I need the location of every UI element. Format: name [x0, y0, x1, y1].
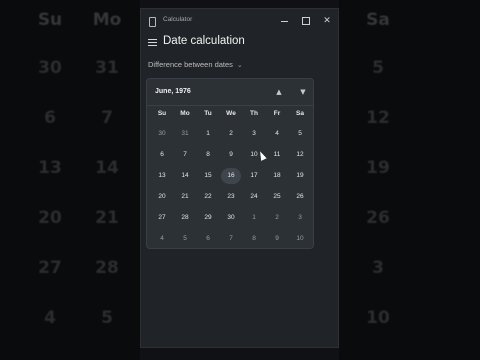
calendar-day[interactable]: 21 — [175, 189, 195, 205]
calendar-day[interactable]: 13 — [152, 168, 172, 184]
calendar-day[interactable]: 2 — [267, 210, 287, 226]
calendar-flyout: June, 1976 ▲ ▼ Su Mo Tu We Th Fr Sa 30 3… — [146, 78, 314, 249]
calendar-day[interactable]: 20 — [152, 189, 172, 205]
calendar-day[interactable]: 26 — [290, 189, 310, 205]
calendar-day[interactable]: 19 — [290, 168, 310, 184]
hamburger-line — [148, 42, 157, 43]
hamburger-icon — [148, 39, 157, 40]
minimize-button[interactable] — [273, 13, 295, 29]
calendar-day[interactable]: 5 — [290, 126, 310, 142]
calendar-day[interactable]: 31 — [175, 126, 195, 142]
next-month-button[interactable]: ▼ — [296, 86, 310, 98]
calendar-day[interactable]: 10 — [290, 231, 310, 247]
close-icon: ✕ — [323, 16, 331, 26]
calendar-day[interactable]: 11 — [267, 147, 287, 163]
calendar-day[interactable]: 9 — [267, 231, 287, 247]
calendar-day[interactable]: 7 — [221, 231, 241, 247]
previous-month-button[interactable]: ▲ — [272, 86, 286, 98]
title-bar[interactable]: Calculator ✕ — [141, 9, 338, 33]
dropdown-selected-value: Difference between dates — [148, 60, 233, 69]
calendar-day[interactable]: 22 — [198, 189, 218, 205]
weekday-header: Su — [157, 110, 167, 117]
calendar-day[interactable]: 3 — [244, 126, 264, 142]
calendar-day[interactable]: 8 — [244, 231, 264, 247]
hamburger-line — [148, 45, 157, 46]
hamburger-menu-button[interactable] — [148, 39, 157, 46]
month-year-button[interactable]: June, 1976 — [155, 88, 191, 95]
calendar-day-highlighted[interactable]: 16 — [221, 168, 241, 184]
calendar-day[interactable]: 4 — [152, 231, 172, 247]
window-title: Calculator — [163, 16, 193, 23]
left-shade — [0, 0, 140, 360]
calculator-app-icon — [149, 17, 156, 27]
calendar-day[interactable]: 8 — [198, 147, 218, 163]
right-shade — [339, 0, 480, 360]
calendar-day[interactable]: 5 — [175, 231, 195, 247]
minimize-icon — [280, 20, 288, 22]
page-title: Date calculation — [163, 35, 245, 47]
calculator-window: Calculator ✕ Date calculation Difference… — [140, 8, 339, 348]
weekday-header: Tu — [204, 110, 212, 117]
calendar-day[interactable]: 7 — [175, 147, 195, 163]
calendar-day[interactable]: 29 — [198, 210, 218, 226]
chevron-down-icon: ⌄ — [236, 62, 243, 69]
calendar-day[interactable]: 14 — [175, 168, 195, 184]
calculation-mode-dropdown[interactable]: Difference between dates ⌄ — [148, 60, 243, 69]
weekday-header: Fr — [273, 110, 281, 117]
weekday-header: We — [226, 110, 236, 117]
calendar-day[interactable]: 17 — [244, 168, 264, 184]
calendar-day[interactable]: 6 — [198, 231, 218, 247]
calendar-day[interactable]: 9 — [221, 147, 241, 163]
weekday-header: Th — [250, 110, 258, 117]
calendar-day[interactable]: 28 — [175, 210, 195, 226]
calendar-day[interactable]: 1 — [244, 210, 264, 226]
calendar-day[interactable]: 4 — [267, 126, 287, 142]
maximize-icon — [302, 17, 310, 25]
calendar-day[interactable]: 12 — [290, 147, 310, 163]
weekday-header: Sa — [296, 110, 304, 117]
calendar-day[interactable]: 24 — [244, 189, 264, 205]
calendar-day[interactable]: 23 — [221, 189, 241, 205]
maximize-button[interactable] — [295, 13, 317, 29]
calendar-day[interactable]: 6 — [152, 147, 172, 163]
calendar-day[interactable]: 2 — [221, 126, 241, 142]
weekday-header: Mo — [180, 110, 190, 117]
calendar-day[interactable]: 30 — [221, 210, 241, 226]
calendar-day[interactable]: 18 — [267, 168, 287, 184]
calendar-day[interactable]: 27 — [152, 210, 172, 226]
calendar-day[interactable]: 1 — [198, 126, 218, 142]
calendar-day[interactable]: 30 — [152, 126, 172, 142]
calendar-day[interactable]: 15 — [198, 168, 218, 184]
divider — [147, 105, 313, 106]
calendar-day[interactable]: 25 — [267, 189, 287, 205]
calendar-day[interactable]: 3 — [290, 210, 310, 226]
close-button[interactable]: ✕ — [316, 13, 338, 29]
